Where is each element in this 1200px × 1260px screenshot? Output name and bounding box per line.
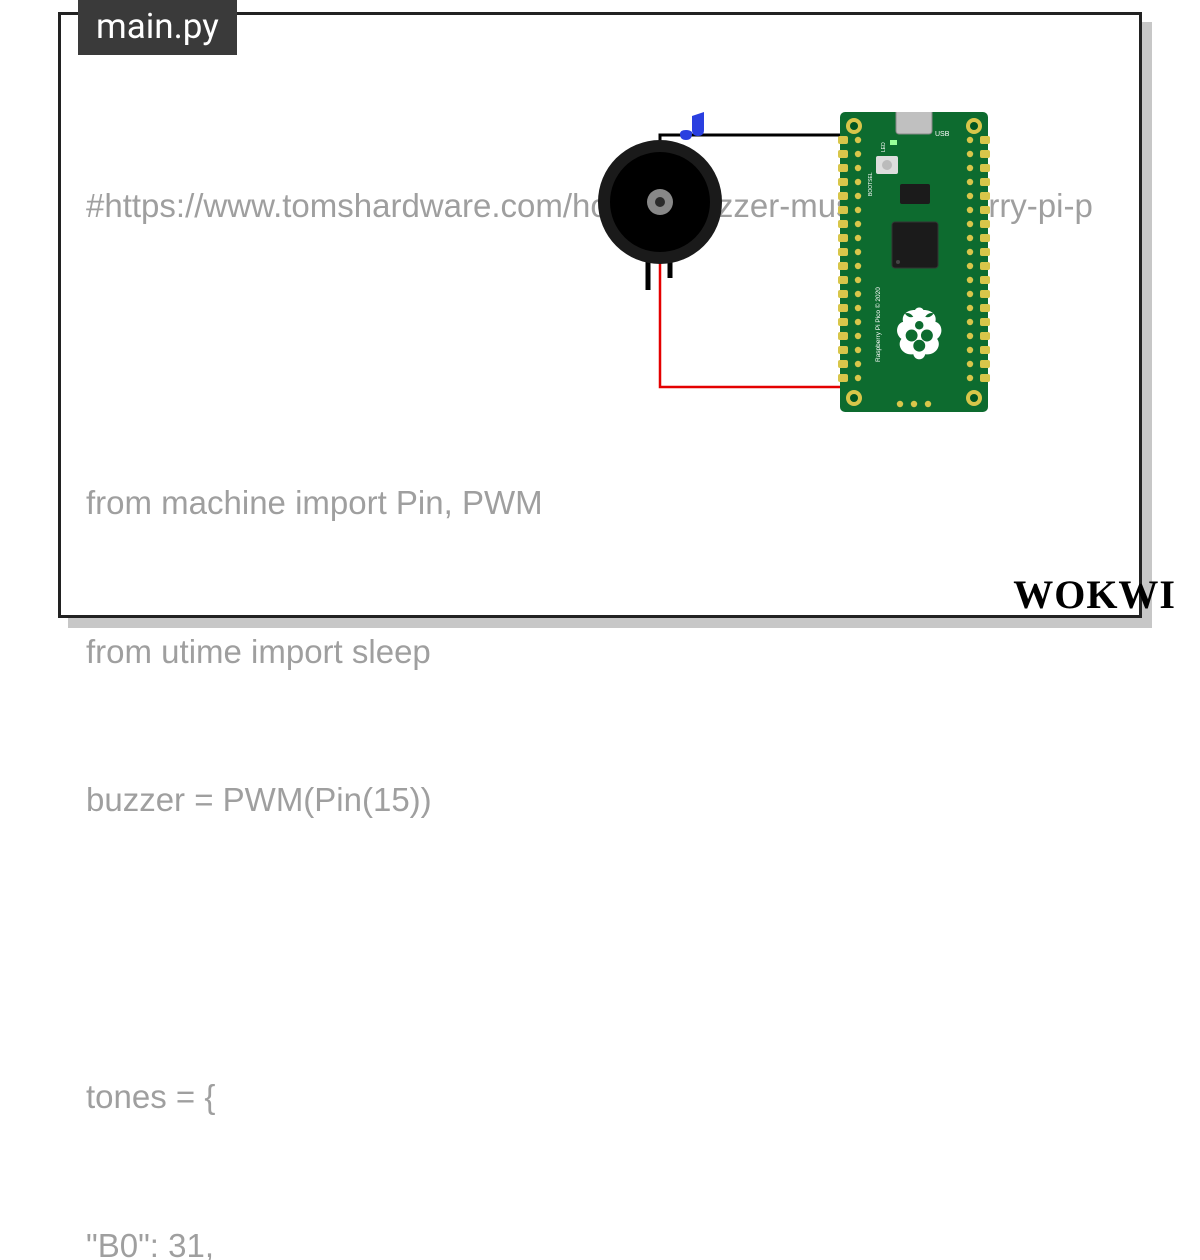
led-label: LED — [881, 142, 887, 152]
code-line: from utime import sleep — [86, 627, 1126, 677]
usb-label: USB — [935, 131, 950, 138]
bootsel-label: BOOTSEL — [868, 172, 874, 196]
code-line — [86, 924, 1126, 974]
code-line: tones = { — [86, 1072, 1126, 1122]
wokwi-logo: WOKWI — [1013, 571, 1176, 618]
file-tab: main.py — [78, 0, 237, 55]
led-indicator — [890, 140, 897, 145]
code-line: from machine import Pin, PWM — [86, 478, 1126, 528]
wire-signal — [660, 262, 853, 387]
circuit-diagram: USB LED BOOTSEL Raspberry Pi Pico © 2020 — [570, 112, 1110, 472]
board-label: Raspberry Pi Pico © 2020 — [874, 287, 882, 362]
code-line: buzzer = PWM(Pin(15)) — [86, 775, 1126, 825]
code-line: "B0": 31, — [86, 1221, 1126, 1260]
raspberry-pi-pico[interactable]: USB LED BOOTSEL Raspberry Pi Pico © 2020 — [838, 112, 990, 412]
